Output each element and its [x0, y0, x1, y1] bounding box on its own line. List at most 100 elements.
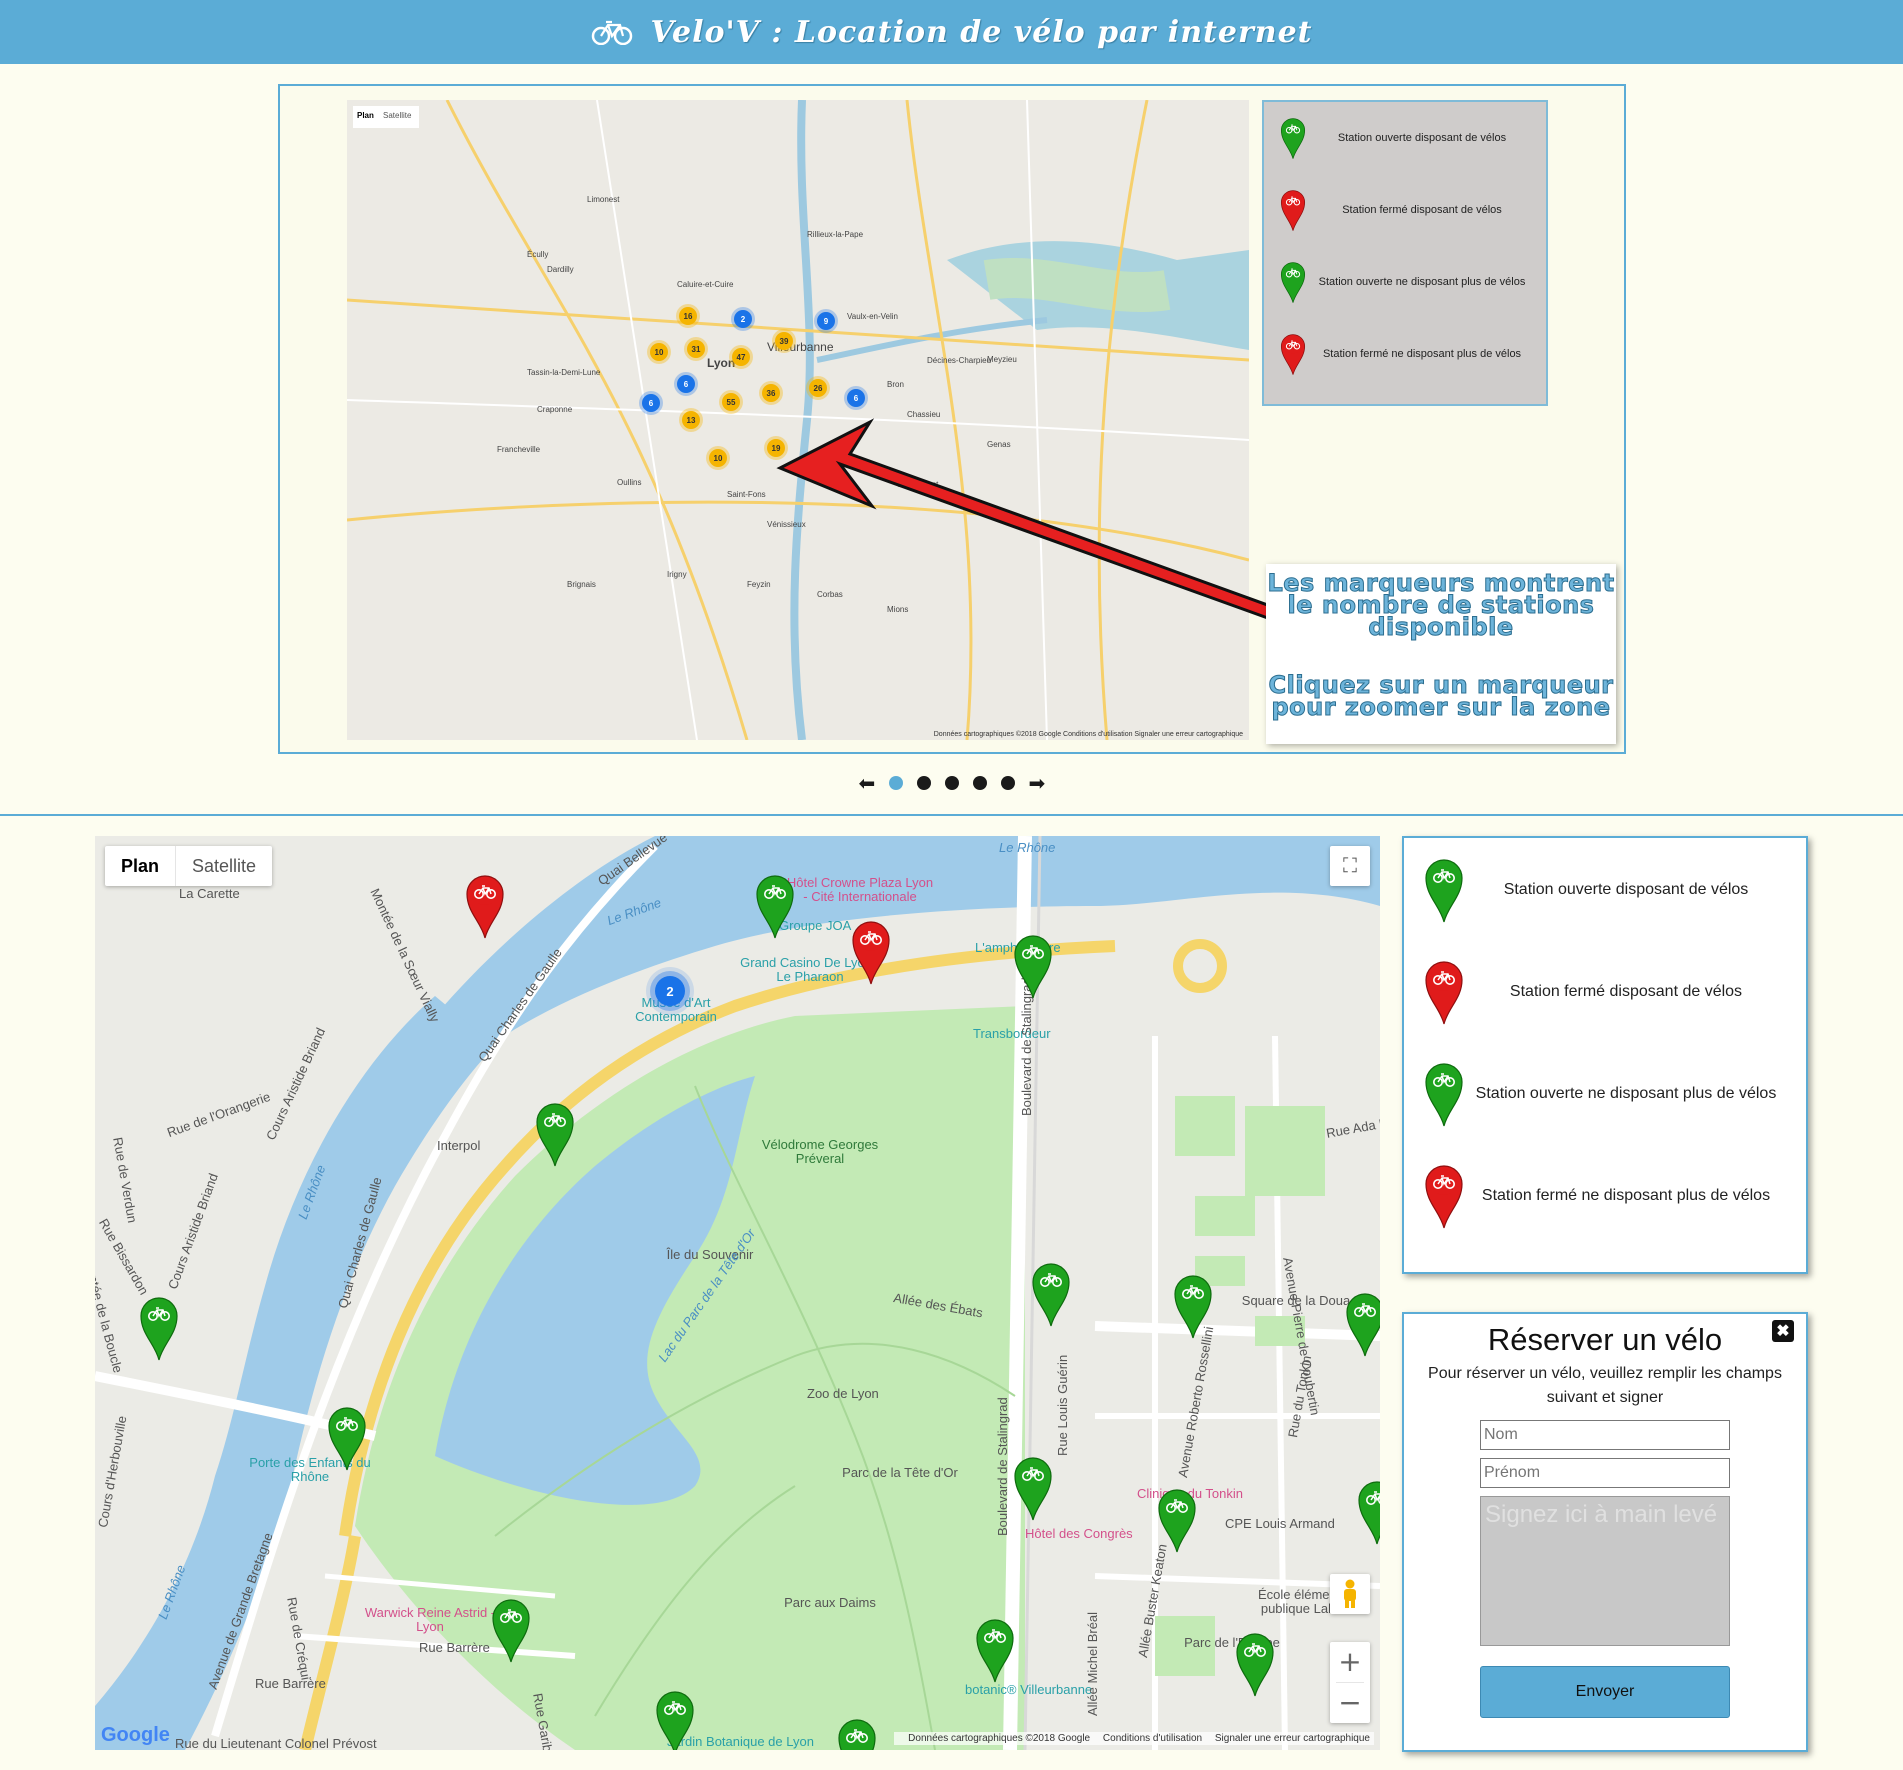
slide-dot[interactable] [916, 776, 931, 790]
slide-legend: Station ouverte disposant de vélos Stati… [1262, 100, 1548, 406]
map-label-parc-daims: Parc aux Daims [784, 1595, 876, 1610]
app-header: Velo'V : Location de vélo par internet [0, 0, 1903, 64]
slide-legend-item: Station fermé disposant de vélos [1264, 188, 1546, 232]
slide-station-cluster[interactable]: 26 [809, 379, 827, 397]
map-label-rue-michel: Allée Michel Bréal [1085, 1611, 1100, 1716]
slide-map-place: Saint-Fons [727, 490, 766, 499]
zoom-in-button[interactable]: + [1330, 1642, 1370, 1682]
signature-placeholder: Signez ici à main levé [1485, 1501, 1718, 1528]
reservation-panel: ✖ Réserver un vélo Pour réserver un vélo… [1402, 1312, 1808, 1752]
slide-map-satellite[interactable]: Satellite [383, 111, 411, 120]
fullscreen-icon[interactable]: ⛶ [1330, 846, 1370, 886]
green-bike-station-pin[interactable] [1357, 1478, 1380, 1546]
legend-label: Station ouverte disposant de vélos [1503, 881, 1749, 898]
slide-map-place: Saint-Priest [897, 480, 939, 489]
slide-dot[interactable] [1000, 776, 1015, 790]
map-label-warwick: Warwick Reine Astrid - Lyon [364, 1605, 496, 1634]
green-bike-pin-icon [1424, 856, 1464, 924]
slide-station-cluster[interactable]: 9 [817, 312, 835, 330]
map-data-credit: Données cartographiques ©2018 Google [908, 1733, 1091, 1744]
slide-map-place: Genas [987, 440, 1011, 449]
map-label-zoo: Zoo de Lyon [807, 1386, 879, 1401]
map-label-interpol: Interpol [437, 1138, 481, 1153]
map-label-ile: Île du Souvenir [666, 1247, 754, 1262]
green-bike-station-pin[interactable] [327, 1404, 367, 1472]
slide-station-cluster[interactable]: 39 [775, 332, 793, 350]
slide-map-place: Chassieu [907, 410, 941, 419]
green-bike-station-pin[interactable] [491, 1596, 531, 1664]
green-bike-station-pin[interactable] [1031, 1260, 1071, 1328]
slide-station-cluster[interactable]: 6 [642, 394, 660, 412]
map-report-link[interactable]: Signaler une erreur cartographique [1215, 1733, 1370, 1744]
slide-station-cluster[interactable]: 13 [682, 411, 700, 429]
slide-station-cluster[interactable]: 55 [722, 393, 740, 411]
tutorial-slideshow: Plan Satellite Lyon Villeurbanne Vaulx-en-… [278, 84, 1626, 754]
station-legend: Station ouverte disposant de vélos Stati… [1402, 836, 1808, 1274]
slide-map-place: Vaulx-en-Velin [847, 312, 898, 321]
slide-station-cluster[interactable]: 31 [687, 340, 705, 358]
map-label-cpe: CPE Louis Armand [1225, 1516, 1335, 1531]
slide-legend-label: Station ouverte disposant de vélos [1337, 132, 1507, 144]
slide-overview-map[interactable]: Plan Satellite Lyon Villeurbanne Vaulx-en-… [347, 100, 1249, 740]
slide-dot[interactable] [972, 776, 987, 790]
submit-button[interactable]: Envoyer [1480, 1666, 1730, 1718]
station-map[interactable]: Le Rhône La Carette Quai Bellevue Montée de… [95, 836, 1380, 1750]
legend-item: Station fermé ne disposant plus de vélos [1404, 1162, 1806, 1230]
slide-legend-item: Station ouverte disposant de vélos [1264, 116, 1546, 160]
green-bike-pin-icon [1424, 1060, 1464, 1128]
green-bike-station-pin[interactable] [1173, 1272, 1213, 1340]
green-bike-station-pin[interactable] [975, 1616, 1015, 1684]
map-type-plan-button[interactable]: Plan [105, 846, 177, 886]
slide-station-cluster[interactable]: 16 [679, 307, 697, 325]
map-terms-link[interactable]: Conditions d'utilisation [1103, 1733, 1202, 1744]
green-bike-station-pin[interactable] [535, 1100, 575, 1168]
green-bike-station-pin[interactable] [837, 1716, 877, 1750]
signature-canvas[interactable]: Signez ici à main levé [1480, 1496, 1730, 1646]
pegman-icon[interactable] [1330, 1574, 1370, 1614]
green-bike-station-pin[interactable] [1157, 1486, 1197, 1554]
green-bike-station-pin[interactable] [1013, 1454, 1053, 1522]
slide-caption: Les marqueurs montrent le nombre de stat… [1266, 564, 1616, 744]
prenom-input[interactable] [1480, 1458, 1730, 1488]
slide-station-cluster[interactable]: 10 [650, 343, 668, 361]
red-bike-station-pin[interactable] [465, 872, 505, 940]
slide-station-cluster[interactable]: 6 [847, 389, 865, 407]
arrow-right-icon[interactable]: ➡ [1029, 773, 1046, 793]
map-type-satellite-button[interactable]: Satellite [176, 846, 272, 886]
slide-legend-label: Station fermé ne disposant plus de vélos [1322, 348, 1522, 360]
green-bike-station-pin[interactable] [1013, 932, 1053, 1000]
zoom-out-button[interactable]: − [1330, 1683, 1370, 1723]
slide-dot[interactable] [944, 776, 959, 790]
arrow-left-icon[interactable]: ⬅ [859, 773, 876, 793]
slide-map-place: Rillieux-la-Pape [807, 230, 864, 239]
slide-station-cluster[interactable]: 10 [709, 449, 727, 467]
slide-station-cluster[interactable]: 6 [677, 375, 695, 393]
slide-dot[interactable] [888, 776, 903, 790]
slide-map-plan[interactable]: Plan [357, 111, 374, 120]
map-label-la-carette: La Carette [179, 886, 240, 901]
slide-station-cluster[interactable]: 19 [767, 439, 785, 457]
nom-input[interactable] [1480, 1420, 1730, 1450]
green-bike-station-pin[interactable] [655, 1688, 695, 1750]
green-bike-station-pin[interactable] [1235, 1630, 1275, 1698]
slide-station-cluster[interactable]: 2 [734, 310, 752, 328]
map-label-boulevard-stalingrad2: Boulevard de Stalingrad [995, 1397, 1010, 1536]
slide-station-cluster[interactable]: 36 [762, 384, 780, 402]
green-bike-station-pin[interactable] [139, 1294, 179, 1362]
map-label-rue-louis-guerin: Rue Louis Guérin [1055, 1354, 1070, 1456]
green-bike-station-pin[interactable] [755, 872, 795, 940]
google-logo: Google [101, 1724, 170, 1746]
green-bike-station-pin[interactable] [1345, 1290, 1380, 1358]
map-label-rue-barrere2: Rue Barrère [255, 1676, 326, 1691]
slide-legend-item: Station ouverte ne disposant plus de vél… [1264, 260, 1546, 304]
station-cluster[interactable]: 2 [655, 976, 685, 1006]
slide-station-cluster[interactable]: 47 [732, 348, 750, 366]
slide-map-place: Caluire-et-Cuire [677, 280, 734, 289]
map-label-le-rhone-top: Le Rhône [999, 840, 1056, 855]
map-label-rue-barrere: Rue Barrère [419, 1640, 490, 1655]
red-bike-station-pin[interactable] [851, 918, 891, 986]
reservation-title: Réserver un vélo [1487, 1322, 1723, 1357]
legend-item: Station ouverte disposant de vélos [1404, 856, 1806, 924]
legend-item: Station fermé disposant de vélos [1404, 958, 1806, 1026]
slide-map-place: Lyon [707, 356, 736, 370]
